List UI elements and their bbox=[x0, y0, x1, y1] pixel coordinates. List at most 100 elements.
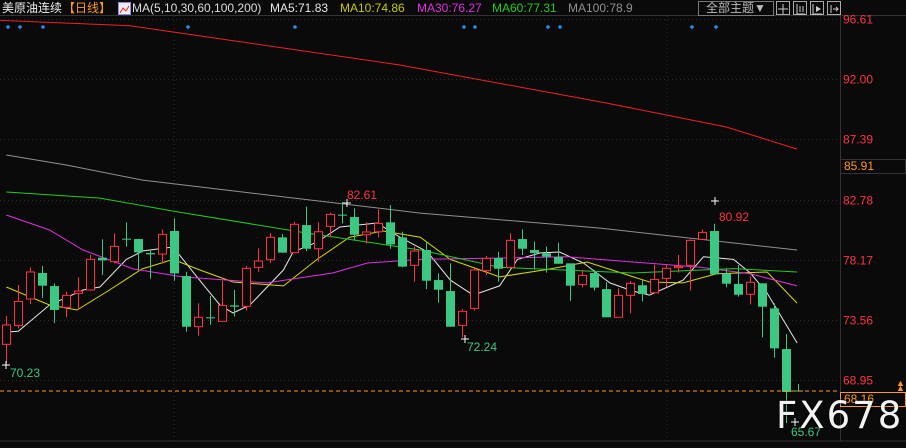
candle-body bbox=[182, 276, 191, 327]
candle-body bbox=[578, 274, 587, 285]
candle-body bbox=[86, 258, 95, 291]
candle-down bbox=[446, 263, 455, 327]
candle-up bbox=[578, 270, 587, 288]
indicator-name[interactable]: MA(5,10,30,60,100,200) bbox=[132, 0, 261, 16]
candle-body bbox=[26, 271, 35, 300]
y-tick-label: 82.78 bbox=[843, 194, 873, 208]
event-marker-dot bbox=[558, 25, 562, 29]
candle-body bbox=[398, 237, 407, 267]
candle-up bbox=[74, 277, 83, 310]
candle-body bbox=[470, 269, 479, 309]
candle-body bbox=[710, 230, 719, 275]
candle-body bbox=[206, 317, 215, 319]
candle-body bbox=[434, 280, 443, 290]
event-marker-dot bbox=[473, 25, 477, 29]
candle-down bbox=[182, 271, 191, 332]
candle-body bbox=[326, 213, 335, 227]
candle-up bbox=[614, 288, 623, 318]
candle-body bbox=[290, 223, 299, 254]
y-tick-label: 73.56 bbox=[843, 314, 873, 328]
event-marker-dot bbox=[186, 25, 190, 29]
candle-body bbox=[314, 231, 323, 250]
zoom-range-icon[interactable] bbox=[793, 1, 807, 15]
candle-body bbox=[194, 316, 203, 328]
candle-down bbox=[50, 283, 59, 324]
candle-body bbox=[554, 256, 563, 264]
candle-down bbox=[230, 289, 239, 317]
candle-down bbox=[434, 273, 443, 303]
candle-body bbox=[458, 310, 467, 326]
instrument-name: 美原油连续 bbox=[2, 1, 63, 15]
ma60-value: MA60:77.31 bbox=[492, 1, 557, 15]
candle-body bbox=[170, 230, 179, 274]
candle-body bbox=[254, 260, 263, 268]
play-forward-icon[interactable] bbox=[810, 1, 824, 15]
candle-up bbox=[374, 209, 383, 238]
candle-body bbox=[542, 253, 551, 257]
candle-up bbox=[482, 256, 491, 275]
candle-body bbox=[758, 283, 767, 307]
event-marker-dot bbox=[462, 25, 466, 29]
candle-down bbox=[122, 222, 131, 247]
candle-up bbox=[2, 315, 11, 364]
candle-up bbox=[266, 233, 275, 263]
fx678-watermark: FX678 bbox=[776, 394, 904, 437]
candlestick-chart[interactable]: 96.6192.0087.3982.7878.1773.5668.95 70.2… bbox=[0, 0, 906, 448]
low-label-1: 70.23 bbox=[10, 366, 40, 380]
candle-down bbox=[638, 280, 647, 302]
candle-up bbox=[62, 291, 71, 318]
crosshair-icon[interactable] bbox=[776, 1, 790, 15]
candle-body bbox=[722, 273, 731, 284]
ma30-value: MA30:76.27 bbox=[417, 1, 482, 15]
candle-up bbox=[290, 221, 299, 254]
event-markers bbox=[2, 25, 799, 426]
candle-up bbox=[218, 280, 227, 322]
candle-up bbox=[326, 212, 335, 238]
price-axis: 96.6192.0087.3982.7878.1773.5668.95 bbox=[843, 13, 873, 388]
candle-down bbox=[794, 384, 803, 392]
collapse-arrows-icon[interactable]: ▲ ▲ bbox=[896, 379, 905, 393]
y-tick-label: 87.39 bbox=[843, 133, 873, 147]
candle-body bbox=[410, 250, 419, 266]
candle-body bbox=[158, 233, 167, 255]
ma200-line bbox=[0, 19, 798, 150]
candle-body bbox=[50, 286, 59, 310]
candle-up bbox=[410, 246, 419, 282]
candle-body bbox=[62, 294, 71, 308]
candle-body bbox=[74, 290, 83, 294]
candle-up bbox=[650, 264, 659, 294]
candle-body bbox=[122, 238, 131, 240]
candle-down bbox=[770, 303, 779, 358]
candle-body bbox=[242, 267, 251, 307]
candle-down bbox=[494, 251, 503, 282]
candle-up bbox=[686, 239, 695, 291]
candle-up bbox=[14, 285, 23, 329]
low-label-2: 72.24 bbox=[467, 340, 497, 354]
period-label[interactable]: 【日线】 bbox=[63, 0, 111, 16]
candle-body bbox=[98, 257, 107, 261]
extreme-crosshair-icon bbox=[2, 361, 10, 369]
jump-latest-icon[interactable] bbox=[827, 1, 841, 15]
candle-body bbox=[302, 225, 311, 249]
candle-down bbox=[758, 283, 767, 338]
indicator-chart-icon[interactable] bbox=[118, 2, 131, 15]
y-tick-label: 68.95 bbox=[843, 374, 873, 388]
candle-body bbox=[650, 278, 659, 294]
candles bbox=[2, 201, 803, 424]
candle-body bbox=[566, 263, 575, 286]
event-marker-dot bbox=[546, 25, 550, 29]
candle-body bbox=[230, 305, 239, 307]
event-marker-dot bbox=[6, 25, 10, 29]
candle-up bbox=[254, 248, 263, 272]
ma5-value: MA5:71.83 bbox=[270, 1, 329, 15]
theme-dropdown-button[interactable]: 全部主题▼ bbox=[698, 1, 774, 16]
candle-up bbox=[242, 265, 251, 311]
event-marker-dot bbox=[714, 25, 718, 29]
event-marker-dot bbox=[293, 25, 297, 29]
candle-up bbox=[626, 280, 635, 314]
candle-down bbox=[38, 265, 47, 298]
candle-body bbox=[482, 257, 491, 272]
candle-body bbox=[350, 216, 359, 235]
candle-up bbox=[362, 222, 371, 244]
candle-body bbox=[338, 214, 347, 216]
